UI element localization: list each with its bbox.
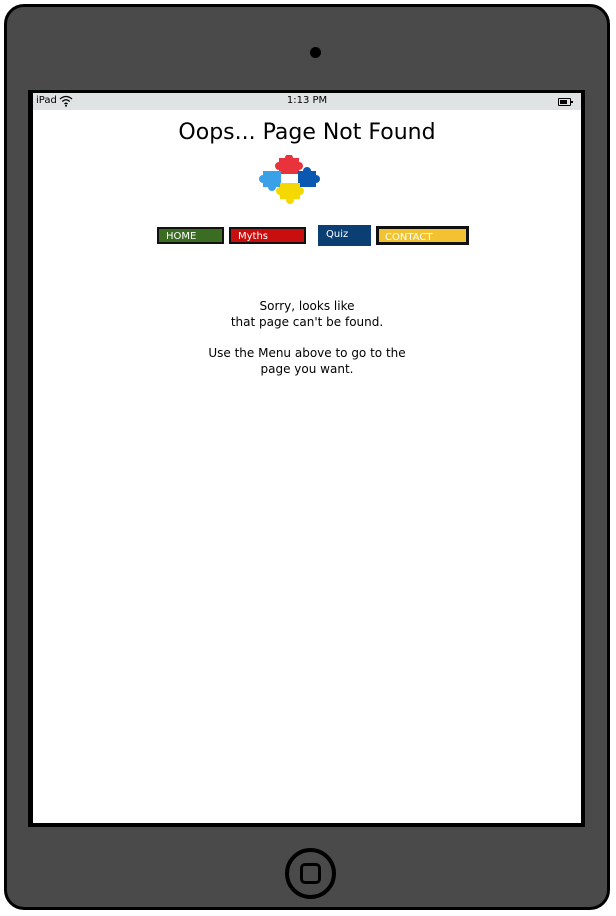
status-time: 1:13 PM: [286, 95, 328, 106]
page-title: Oops... Page Not Found: [178, 120, 436, 145]
not-found-message: Sorry, looks like that page can't be fou…: [33, 299, 581, 377]
message-line: Sorry, looks like: [259, 299, 355, 313]
camera-icon: [310, 47, 321, 58]
battery-icon: [558, 98, 573, 106]
puzzle-piece-yellow: [276, 183, 304, 204]
puzzle-logo-icon: [259, 155, 320, 204]
nav-contact-button[interactable]: CONTACT: [376, 226, 469, 245]
message-line: Use the Menu above to go to the: [208, 346, 406, 360]
home-hardware-button[interactable]: [285, 848, 336, 899]
home-button-square-icon: [300, 863, 321, 884]
nav-quiz-button[interactable]: Quiz: [318, 225, 371, 246]
screen: iPad 1:13 PM Oops... Page Not Found HOME…: [33, 93, 581, 823]
message-line: page you want.: [260, 361, 354, 376]
nav-myths-button[interactable]: Myths: [229, 227, 306, 244]
puzzle-piece-dark-blue: [298, 167, 320, 187]
nav-home-button[interactable]: HOME: [157, 227, 224, 244]
status-bar: iPad 1:13 PM: [33, 93, 581, 110]
message-line: that page can't be found.: [230, 314, 384, 329]
